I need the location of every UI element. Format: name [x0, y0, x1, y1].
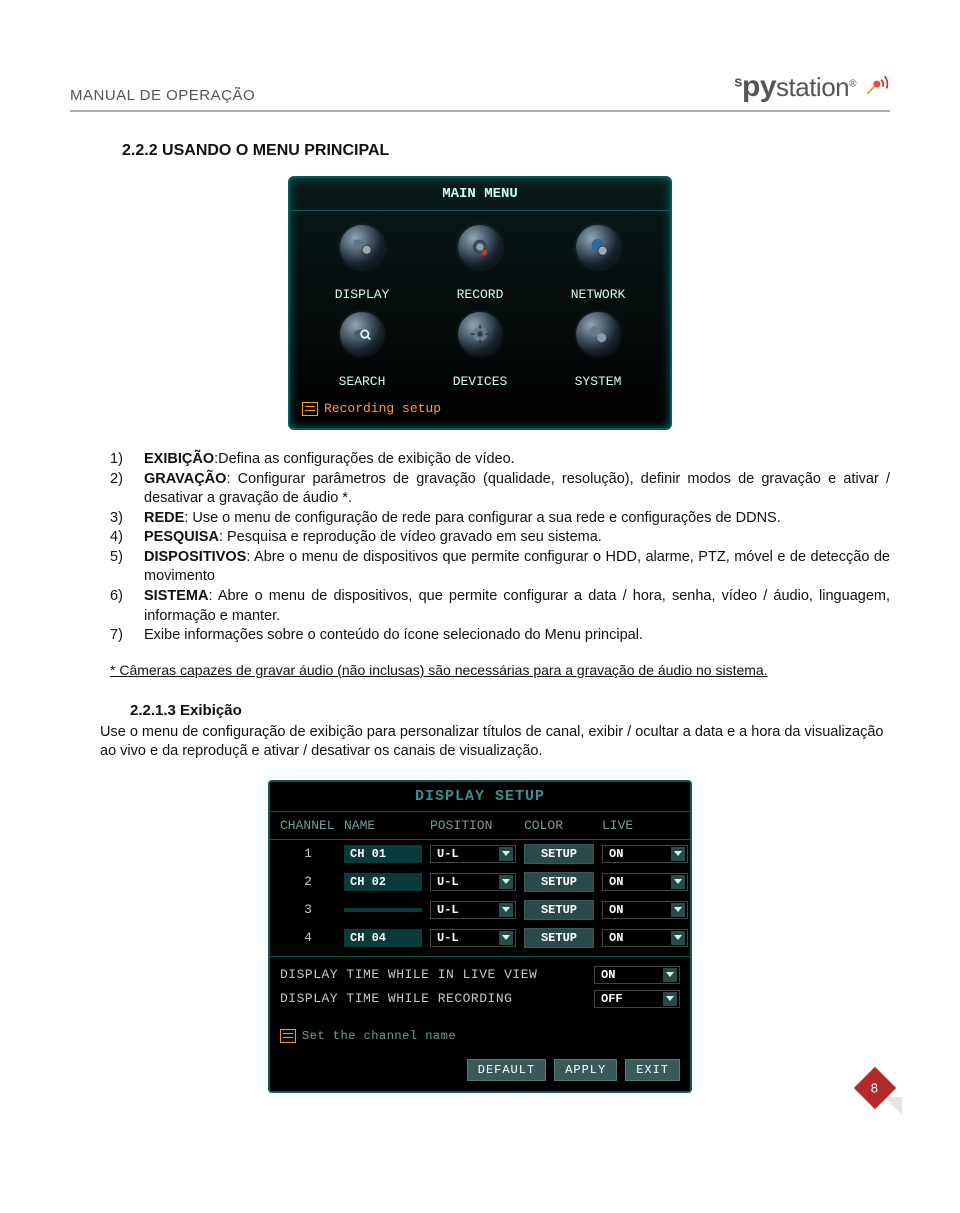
subsection-text: Use o menu de configuração de exibição p…: [100, 723, 890, 762]
live-time-dropdown[interactable]: ON: [594, 966, 680, 984]
chevron-down-icon: [499, 875, 513, 889]
position-dropdown[interactable]: U-L: [430, 845, 516, 863]
main-menu-status: Recording setup: [290, 397, 670, 422]
option-row: DISPLAY TIME WHILE IN LIVE VIEW ON: [280, 963, 680, 987]
list-icon: [280, 1029, 296, 1043]
chevron-down-icon: [671, 931, 685, 945]
color-setup-button[interactable]: SETUP: [524, 928, 594, 948]
menu-item-devices[interactable]: DEVICES: [426, 312, 534, 389]
record-icon: [458, 225, 502, 269]
manual-title: MANUAL DE OPERAÇÃO: [70, 87, 255, 104]
list-item: 5)DISPOSITIVOS: Abre o menu de dispositi…: [110, 548, 890, 587]
section-title: 2.2.2 USANDO O MENU PRINCIPAL: [122, 142, 890, 160]
live-dropdown[interactable]: ON: [602, 901, 688, 919]
exit-button[interactable]: EXIT: [625, 1059, 680, 1081]
list-item: 6)SISTEMA: Abre o menu de dispositivos, …: [110, 587, 890, 626]
name-input[interactable]: CH 04: [344, 929, 422, 947]
list-item: 2)GRAVAÇÃO: Configurar parâmetros de gra…: [110, 470, 890, 509]
search-icon: [340, 312, 384, 356]
menu-item-search[interactable]: SEARCH: [308, 312, 416, 389]
satellite-icon: [862, 71, 890, 104]
main-menu-screenshot: MAIN MENU DISPLAY RECORD NETWORK SEARCH …: [288, 176, 672, 430]
chevron-down-icon: [671, 903, 685, 917]
color-setup-button[interactable]: SETUP: [524, 844, 594, 864]
display-icon: [340, 225, 384, 269]
menu-item-network[interactable]: NETWORK: [544, 225, 652, 302]
system-icon: [576, 312, 620, 356]
numbered-list: 1)EXIBIÇÃO:Defina as configurações de ex…: [110, 450, 890, 646]
table-row: 3 U-L SETUP ON: [270, 896, 690, 924]
table-row: 2 CH 02 U-L SETUP ON: [270, 868, 690, 896]
page-header: MANUAL DE OPERAÇÃO spystation®: [70, 70, 890, 112]
main-menu-title: MAIN MENU: [290, 178, 670, 211]
corner-shadow: [884, 1097, 902, 1115]
table-row: 1 CH 01 U-L SETUP ON: [270, 840, 690, 868]
live-dropdown[interactable]: ON: [602, 929, 688, 947]
color-setup-button[interactable]: SETUP: [524, 872, 594, 892]
default-button[interactable]: DEFAULT: [467, 1059, 546, 1081]
menu-item-display[interactable]: DISPLAY: [308, 225, 416, 302]
list-icon: [302, 402, 318, 416]
network-icon: [576, 225, 620, 269]
name-input[interactable]: [344, 908, 422, 912]
devices-icon: [458, 312, 502, 356]
chevron-down-icon: [663, 992, 677, 1006]
name-input[interactable]: CH 01: [344, 845, 422, 863]
position-dropdown[interactable]: U-L: [430, 929, 516, 947]
brand-logo: spystation®: [734, 70, 890, 104]
hint-bar: Set the channel name: [270, 1013, 690, 1055]
chevron-down-icon: [499, 847, 513, 861]
chevron-down-icon: [671, 875, 685, 889]
position-dropdown[interactable]: U-L: [430, 901, 516, 919]
position-dropdown[interactable]: U-L: [430, 873, 516, 891]
display-setup-screenshot: DISPLAY SETUP CHANNEL NAME POSITION COLO…: [268, 780, 692, 1093]
chevron-down-icon: [663, 968, 677, 982]
apply-button[interactable]: APPLY: [554, 1059, 617, 1081]
live-dropdown[interactable]: ON: [602, 845, 688, 863]
color-setup-button[interactable]: SETUP: [524, 900, 594, 920]
live-dropdown[interactable]: ON: [602, 873, 688, 891]
dialog-footer: DEFAULT APPLY EXIT: [270, 1055, 690, 1085]
option-row: DISPLAY TIME WHILE RECORDING OFF: [280, 987, 680, 1011]
rec-time-dropdown[interactable]: OFF: [594, 990, 680, 1008]
list-item: 1)EXIBIÇÃO:Defina as configurações de ex…: [110, 450, 890, 470]
menu-item-record[interactable]: RECORD: [426, 225, 534, 302]
subsection-title: 2.2.1.3 Exibição: [130, 702, 890, 719]
list-item: 4)PESQUISA: Pesquisa e reprodução de víd…: [110, 528, 890, 548]
menu-item-system[interactable]: SYSTEM: [544, 312, 652, 389]
display-setup-title: DISPLAY SETUP: [270, 782, 690, 812]
list-item: 7)Exibe informações sobre o conteúdo do …: [110, 626, 890, 646]
name-input[interactable]: CH 02: [344, 873, 422, 891]
chevron-down-icon: [671, 847, 685, 861]
chevron-down-icon: [499, 903, 513, 917]
chevron-down-icon: [499, 931, 513, 945]
table-row: 4 CH 04 U-L SETUP ON: [270, 924, 690, 952]
footnote: * Câmeras capazes de gravar áudio (não i…: [110, 662, 890, 678]
table-header: CHANNEL NAME POSITION COLOR LIVE: [270, 812, 690, 840]
list-item: 3)REDE: Use o menu de configuração de re…: [110, 509, 890, 529]
